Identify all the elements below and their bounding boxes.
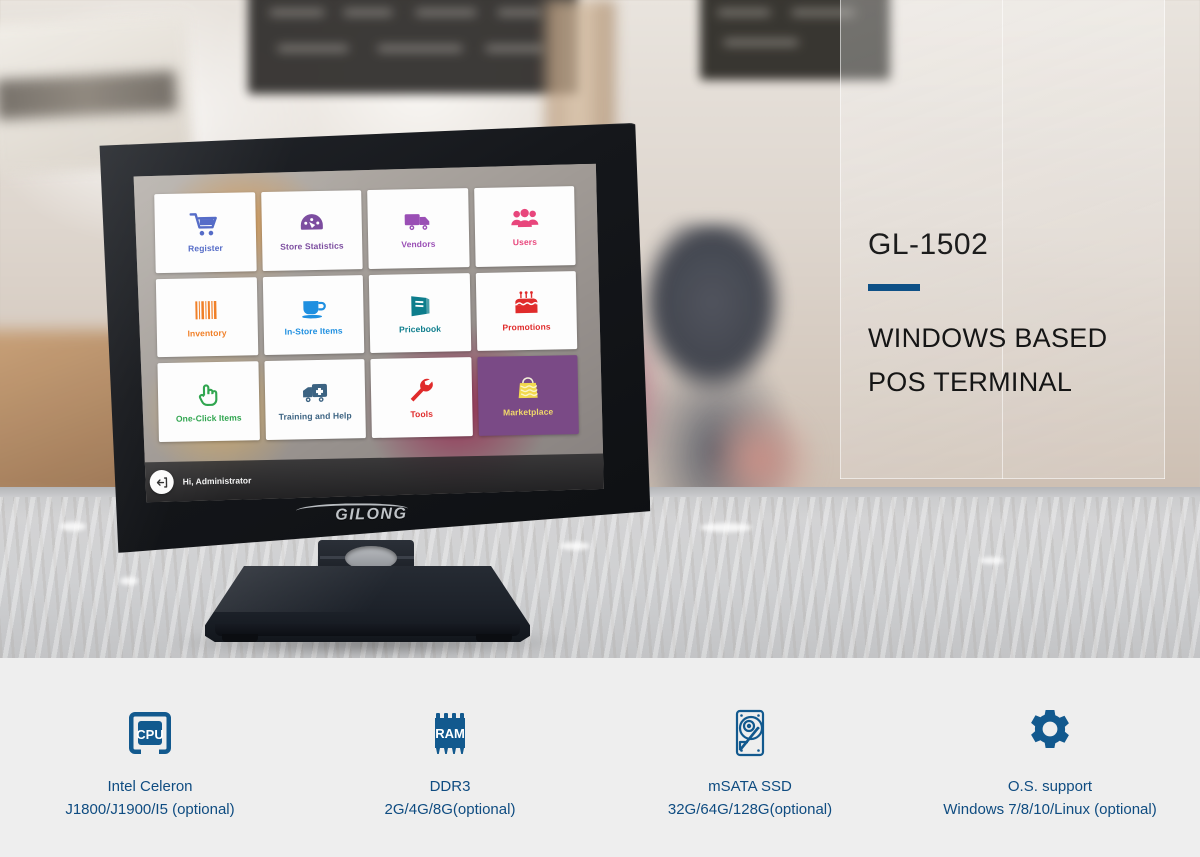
brand-logo: GILONG: [295, 501, 436, 529]
panel-divider-left: [840, 0, 841, 479]
background-chalkboard-left: [248, 0, 578, 94]
cafe-background-scene: Register Store Statistics: [0, 0, 1200, 658]
spec-subtitle: 32G/64G/128G(optional): [667, 801, 833, 818]
panel-divider-bottom: [840, 478, 1165, 479]
headline-line-2: POS TERMINAL: [868, 366, 1073, 397]
spec-title: Intel Celeron: [107, 778, 193, 795]
spec-subtitle: 2G/4G/8G(optional): [384, 801, 516, 818]
cpu-chip-icon: CPU: [123, 702, 177, 764]
monitor-stand-foot-right: [476, 634, 512, 642]
pos-terminal-monitor: Register Store Statistics: [91, 123, 651, 554]
spec-item-ram: RAM DDR3 2G/4G/8G(optional): [300, 658, 600, 857]
spec-subtitle: J1800/J1900/I5 (optional): [65, 801, 235, 818]
ram-chip-icon: RAM: [423, 702, 477, 764]
monitor-stand-base-lip: [215, 624, 520, 636]
spec-item-os: O.S. support Windows 7/8/10/Linux (optio…: [900, 658, 1200, 857]
spec-title: DDR3: [429, 778, 471, 795]
svg-text:CPU: CPU: [136, 727, 163, 742]
monitor-stand-base-sheen: [205, 566, 530, 612]
monitor-stand-foot-left: [222, 634, 258, 642]
product-model: GL-1502: [868, 228, 989, 261]
gear-icon: [1023, 702, 1077, 764]
spec-subtitle: Windows 7/8/10/Linux (optional): [943, 801, 1157, 818]
spec-title: mSATA SSD: [708, 778, 792, 795]
screen-glass-reflection: [130, 164, 604, 503]
accent-rule: [868, 284, 920, 291]
spec-item-cpu: CPU Intel Celeron J1800/J1900/I5 (option…: [0, 658, 300, 857]
pos-touchscreen[interactable]: Register Store Statistics: [130, 164, 604, 503]
specification-bar: CPU Intel Celeron J1800/J1900/I5 (option…: [0, 658, 1200, 857]
product-banner: Register Store Statistics: [0, 0, 1200, 857]
product-headline-block: GL-1502 WINDOWS BASED POS TERMINAL: [868, 228, 1168, 404]
spec-item-storage: mSATA SSD 32G/64G/128G(optional): [600, 658, 900, 857]
hard-drive-icon: [723, 702, 777, 764]
headline-line-1: WINDOWS BASED: [868, 323, 1108, 353]
svg-text:RAM: RAM: [435, 726, 465, 741]
spec-title: O.S. support: [1007, 778, 1093, 795]
